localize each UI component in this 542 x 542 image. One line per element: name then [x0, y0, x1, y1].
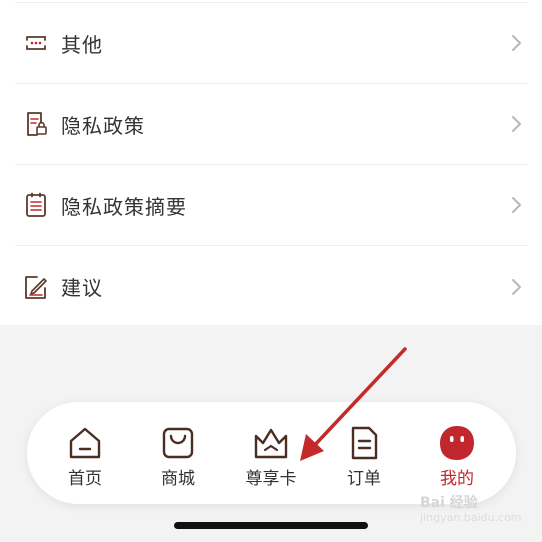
profile-face-icon	[440, 426, 474, 460]
edit-feedback-icon	[23, 274, 49, 300]
menu-item-label: 隐私政策	[61, 113, 145, 138]
more-dots-icon	[23, 30, 49, 56]
menu-item-label: 建议	[61, 276, 103, 300]
home-icon	[69, 427, 101, 459]
home-indicator[interactable]	[174, 522, 368, 529]
document-list-icon	[23, 192, 49, 218]
tab-label: 订单	[347, 469, 381, 489]
tab-label: 商城	[161, 469, 195, 489]
tab-orders[interactable]: 订单	[324, 402, 404, 504]
menu-item-label: 其他	[61, 32, 103, 57]
crown-icon	[254, 428, 288, 459]
tab-home[interactable]: 首页	[45, 402, 125, 504]
menu-item-suggestion[interactable]: 建议	[15, 246, 527, 327]
settings-menu-card: 其他 隐私政策 隐私政策摘要 建议	[0, 0, 542, 325]
tab-premium-card[interactable]: 尊享卡	[231, 402, 311, 504]
shopping-bag-icon	[162, 427, 194, 459]
menu-item-privacy-summary[interactable]: 隐私政策摘要	[15, 165, 527, 246]
chevron-right-icon	[512, 197, 521, 213]
watermark-logo: Bai 经验	[420, 495, 478, 511]
menu-item-privacy-policy[interactable]: 隐私政策	[15, 84, 527, 165]
bottom-tab-bar: 首页 商城 尊享卡 订单 我的	[27, 402, 516, 504]
watermark-url: jingyan.baidu.com	[420, 511, 522, 524]
tab-mall[interactable]: 商城	[138, 402, 218, 504]
chevron-right-icon	[512, 116, 521, 132]
tab-mine[interactable]: 我的	[417, 402, 497, 504]
chevron-right-icon	[512, 278, 521, 295]
tab-label: 尊享卡	[245, 469, 297, 489]
tab-label: 首页	[68, 469, 102, 489]
menu-item-other[interactable]: 其他	[15, 3, 527, 84]
privacy-lock-document-icon	[23, 111, 49, 137]
tab-label: 我的	[440, 469, 474, 489]
menu-item-label: 隐私政策摘要	[61, 194, 187, 219]
chevron-right-icon	[512, 35, 521, 51]
order-document-icon	[351, 426, 378, 460]
